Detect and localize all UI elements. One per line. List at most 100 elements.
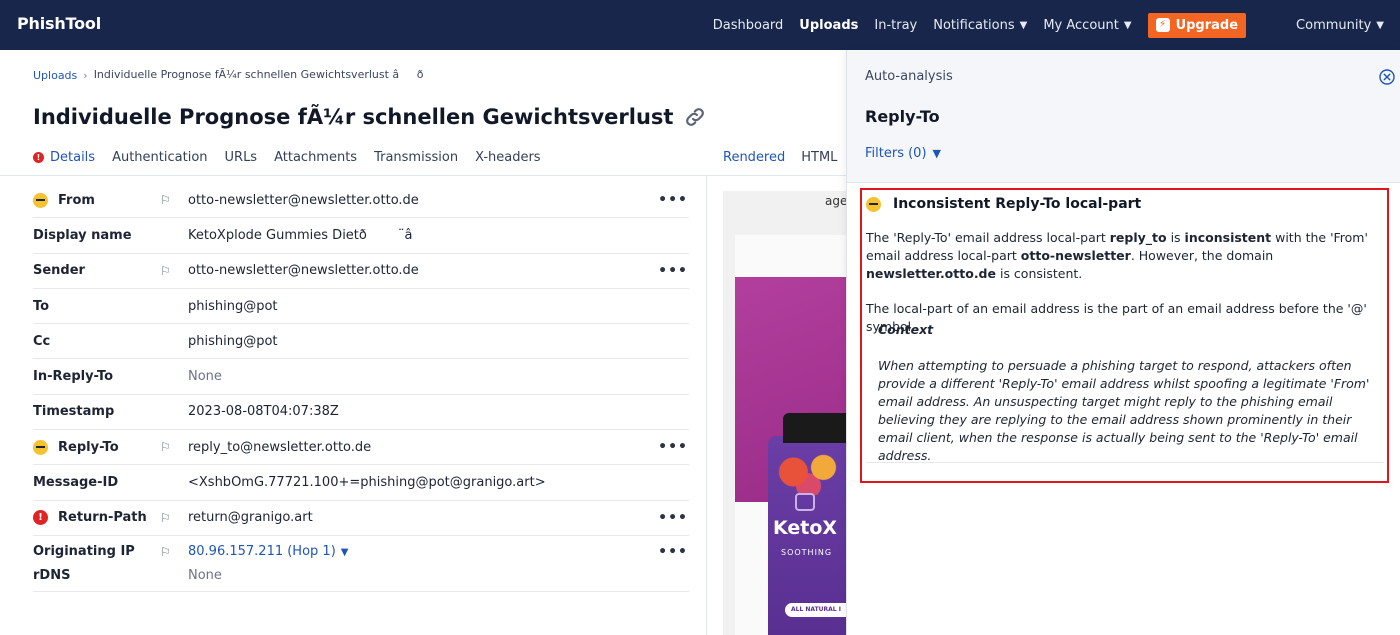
- header-label: From: [33, 192, 160, 208]
- upgrade-button[interactable]: ⚡ Upgrade: [1147, 12, 1247, 38]
- header-label-text: Message-ID: [33, 475, 119, 491]
- view-tabs: Rendered HTML: [723, 150, 853, 165]
- flag-icon[interactable]: ⚐: [160, 264, 188, 278]
- nav-dashboard[interactable]: Dashboard: [713, 18, 784, 33]
- inconsistent-label: inconsistent: [1184, 230, 1272, 245]
- header-value: 2023-08-08T04:07:38Z: [188, 404, 339, 420]
- header-row-cc: Cc phishing@pot: [33, 324, 689, 360]
- jar-brand-text: KetoX: [773, 517, 838, 539]
- column-divider: [706, 176, 707, 635]
- flag-icon[interactable]: ⚐: [160, 545, 188, 559]
- header-label: Cc: [33, 334, 160, 349]
- flag-icon[interactable]: ⚐: [160, 193, 188, 207]
- header-row-sender: Sender ⚐ otto-newsletter@newsletter.otto…: [33, 254, 689, 289]
- header-label: Display name: [33, 228, 160, 243]
- tab-details[interactable]: ! Details: [33, 150, 95, 165]
- header-value: phishing@pot: [188, 298, 278, 314]
- nav-in-tray-label: In-tray: [874, 17, 918, 33]
- more-options-icon[interactable]: •••: [658, 510, 688, 526]
- warning-icon: [33, 192, 48, 208]
- flag-icon[interactable]: ⚐: [160, 440, 188, 454]
- header-value: otto-newsletter@newsletter.otto.de: [188, 263, 419, 279]
- header-label: Sender: [33, 263, 160, 278]
- header-label: Timestamp: [33, 404, 160, 419]
- error-icon: !: [33, 510, 48, 526]
- nav-dashboard-label: Dashboard: [712, 17, 784, 33]
- headers-table: From ⚐ otto-newsletter@newsletter.otto.d…: [33, 183, 689, 592]
- flag-icon[interactable]: ⚐: [160, 511, 188, 525]
- more-options-icon[interactable]: •••: [658, 439, 688, 455]
- header-label-text: From: [58, 192, 95, 208]
- tab-urls[interactable]: URLs: [225, 150, 258, 165]
- header-value: <XshbOmG.77721.100+=phishing@pot@granigo…: [188, 475, 546, 491]
- text-segment: is: [1166, 230, 1185, 245]
- finding-title: Inconsistent Reply-To local-part: [893, 196, 1142, 212]
- header-value: KetoXplode Gummies Dietð¨â: [188, 227, 434, 243]
- tab-details-label: Details: [50, 150, 96, 165]
- tab-html[interactable]: HTML: [801, 150, 837, 165]
- header-label: Originating IP: [33, 544, 160, 559]
- more-options-icon[interactable]: •••: [658, 544, 688, 560]
- gummies-image: [771, 449, 846, 495]
- top-nav: PhishTool Dashboard Uploads In-tray Noti…: [0, 0, 1400, 50]
- tab-attachments[interactable]: Attachments: [274, 150, 357, 165]
- more-options-icon[interactable]: •••: [658, 192, 688, 208]
- nav-items: Dashboard Uploads In-tray Notifications ▼…: [713, 0, 1400, 50]
- header-label-text: Timestamp: [33, 404, 115, 420]
- panel-subtitle: Auto-analysis: [865, 69, 953, 84]
- header-label: rDNS: [33, 568, 160, 583]
- text-segment: The 'Reply-To' email address local-part: [866, 230, 1110, 245]
- caret-down-icon: ▼: [932, 147, 941, 160]
- nav-uploads-label: Uploads: [799, 17, 859, 33]
- jar-lid: [783, 413, 846, 443]
- panel-header: Auto-analysis Reply-To Filters (0) ▼: [847, 50, 1400, 183]
- header-row-message-id: Message-ID <XshbOmG.77721.100+=phishing@…: [33, 465, 689, 501]
- reply-to-local-part: reply_to: [1109, 230, 1167, 245]
- nav-my-account[interactable]: My Account ▼: [1043, 18, 1131, 33]
- header-label: In-Reply-To: [33, 369, 160, 384]
- tab-x-headers[interactable]: X-headers: [475, 150, 541, 165]
- header-row-from: From ⚐ otto-newsletter@newsletter.otto.d…: [33, 183, 689, 219]
- jar-logo-icon: [795, 493, 815, 511]
- tab-rendered-label: Rendered: [723, 150, 786, 165]
- header-row-reply-to: Reply-To ⚐ reply_to@newsletter.otto.de •…: [33, 430, 689, 466]
- header-label-text: Originating IP: [33, 544, 135, 560]
- auto-analysis-panel: Auto-analysis Reply-To Filters (0) ▼ Inco…: [846, 50, 1400, 635]
- tab-authentication[interactable]: Authentication: [112, 150, 207, 165]
- tab-transmission[interactable]: Transmission: [374, 150, 458, 165]
- text-segment: . However, the domain: [1130, 248, 1274, 263]
- nav-in-tray[interactable]: In-tray: [874, 18, 917, 33]
- page-title: Individuelle Prognose fÃ¼r schnellen Gew…: [33, 105, 673, 129]
- originating-ip-dropdown[interactable]: 80.96.157.211 (Hop 1) ▼: [188, 544, 348, 559]
- header-row-rdns: rDNS None: [33, 564, 689, 592]
- nav-community[interactable]: Community ▼: [1296, 18, 1384, 33]
- header-label-text: Sender: [33, 263, 85, 279]
- nav-uploads[interactable]: Uploads: [799, 18, 858, 33]
- header-value: reply_to@newsletter.otto.de: [188, 439, 372, 455]
- header-label-text: Return-Path: [58, 510, 147, 526]
- header-value: otto-newsletter@newsletter.otto.de: [188, 192, 419, 208]
- nav-community-label: Community: [1296, 17, 1372, 33]
- panel-title: Reply-To: [865, 107, 940, 126]
- upgrade-label: Upgrade: [1175, 17, 1239, 33]
- email-preview[interactable]: age KetoX SOOTHING ALL NATURAL I: [723, 191, 846, 635]
- alert-icon: !: [33, 152, 44, 163]
- more-options-icon[interactable]: •••: [658, 263, 688, 279]
- finding-card: Inconsistent Reply-To local-part The 'Re…: [860, 188, 1389, 483]
- header-label: To: [33, 299, 160, 314]
- link-icon[interactable]: [683, 105, 707, 129]
- header-label-text: rDNS: [33, 567, 71, 583]
- tab-rendered[interactable]: Rendered: [723, 150, 785, 165]
- breadcrumb: Uploads › Individuelle Prognose fÃ¼r sch…: [33, 68, 450, 82]
- breadcrumb-uploads[interactable]: Uploads: [33, 69, 77, 82]
- warning-icon: [33, 439, 48, 455]
- brand-logo[interactable]: PhishTool: [17, 14, 101, 33]
- originating-ip-value: 80.96.157.211 (Hop 1): [188, 544, 336, 560]
- header-row-originating-ip: Originating IP ⚐ 80.96.157.211 (Hop 1) ▼ …: [33, 540, 689, 564]
- close-icon[interactable]: [1379, 69, 1395, 85]
- tab-authentication-label: Authentication: [112, 150, 208, 165]
- filters-dropdown[interactable]: Filters (0) ▼: [865, 146, 941, 161]
- header-label: Reply-To: [33, 439, 160, 455]
- nav-notifications[interactable]: Notifications ▼: [933, 18, 1027, 33]
- header-label-text: In-Reply-To: [33, 369, 114, 385]
